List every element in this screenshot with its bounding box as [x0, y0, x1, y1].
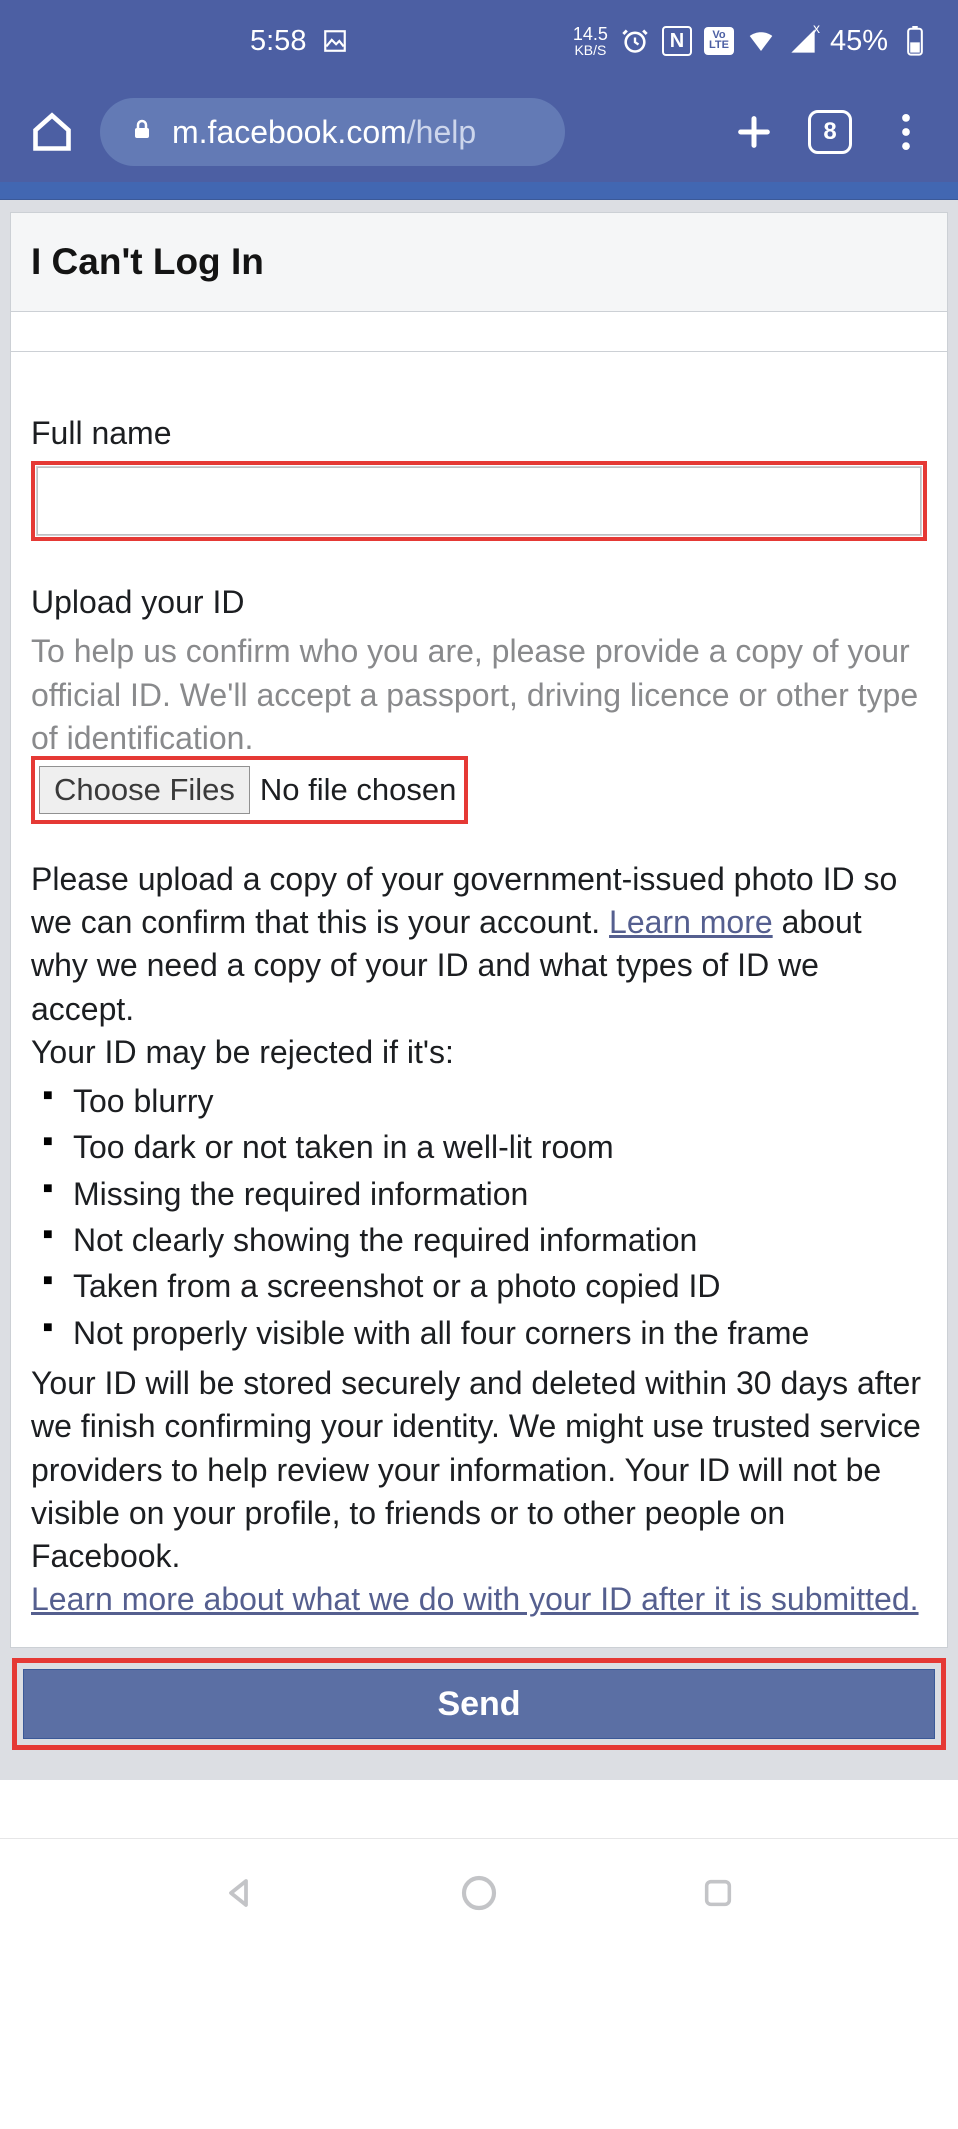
- full-name-label: Full name: [31, 412, 927, 455]
- list-item: Taken from a screenshot or a photo copie…: [43, 1263, 927, 1309]
- new-tab-button[interactable]: [726, 104, 782, 160]
- send-button-highlight: Send: [12, 1658, 946, 1750]
- page-background: I Can't Log In Full name Upload your ID …: [0, 200, 958, 1780]
- address-bar[interactable]: m.facebook.com/help: [100, 98, 565, 166]
- net-speed-indicator: 14.5 KB/S: [573, 25, 608, 57]
- status-time: 5:58: [250, 25, 306, 58]
- page-title-box: I Can't Log In: [10, 212, 948, 312]
- id-storage-info: Your ID will be stored securely and dele…: [31, 1362, 927, 1578]
- learn-more-link-1[interactable]: Learn more: [609, 904, 773, 940]
- file-picker-highlight: Choose Files No file chosen: [31, 756, 468, 824]
- form-card: Full name Upload your ID To help us conf…: [10, 352, 948, 1648]
- back-button[interactable]: [213, 1866, 267, 1920]
- facebook-header-strip: [0, 182, 958, 200]
- list-item: Too blurry: [43, 1078, 927, 1124]
- browser-menu-button[interactable]: [878, 104, 934, 160]
- choose-files-button[interactable]: Choose Files: [39, 766, 250, 814]
- rejection-reasons-list: Too blurry Too dark or not taken in a we…: [31, 1078, 927, 1356]
- home-nav-button[interactable]: [452, 1866, 506, 1920]
- learn-more-link-2[interactable]: Learn more about what we do with your ID…: [31, 1581, 919, 1617]
- list-item: Not clearly showing the required informa…: [43, 1217, 927, 1263]
- home-button[interactable]: [24, 104, 80, 160]
- file-chosen-text: No file chosen: [260, 769, 456, 811]
- upload-id-description: To help us confirm who you are, please p…: [31, 630, 927, 760]
- page-title: I Can't Log In: [31, 241, 927, 283]
- list-item: Too dark or not taken in a well-lit room: [43, 1124, 927, 1170]
- tab-switcher-button[interactable]: 8: [802, 104, 858, 160]
- upload-id-label: Upload your ID: [31, 581, 927, 624]
- wifi-icon: [746, 26, 776, 56]
- list-item: Missing the required information: [43, 1171, 927, 1217]
- battery-icon: [900, 26, 930, 56]
- full-name-input[interactable]: [37, 467, 921, 535]
- id-upload-instructions: Please upload a copy of your government-…: [31, 858, 927, 1031]
- browser-toolbar: m.facebook.com/help 8: [0, 82, 958, 182]
- lock-icon: [130, 114, 154, 151]
- alarm-icon: [620, 26, 650, 56]
- list-item: Not properly visible with all four corne…: [43, 1310, 927, 1356]
- android-status-bar: 5:58 14.5 KB/S N VoLTE x 45%: [0, 0, 958, 82]
- url-text: m.facebook.com/help: [172, 114, 476, 151]
- send-button[interactable]: Send: [23, 1669, 935, 1739]
- spacer: [10, 312, 948, 352]
- battery-percentage: 45%: [830, 25, 888, 58]
- android-navigation-bar: [0, 1838, 958, 1946]
- full-name-highlight: [31, 461, 927, 541]
- screenshot-icon: [320, 26, 350, 56]
- volte-icon: VoLTE: [704, 27, 734, 55]
- cellular-signal-icon: x: [788, 26, 818, 56]
- id-reject-intro: Your ID may be rejected if it's:: [31, 1031, 927, 1074]
- recents-button[interactable]: [691, 1866, 745, 1920]
- nfc-icon: N: [662, 26, 692, 56]
